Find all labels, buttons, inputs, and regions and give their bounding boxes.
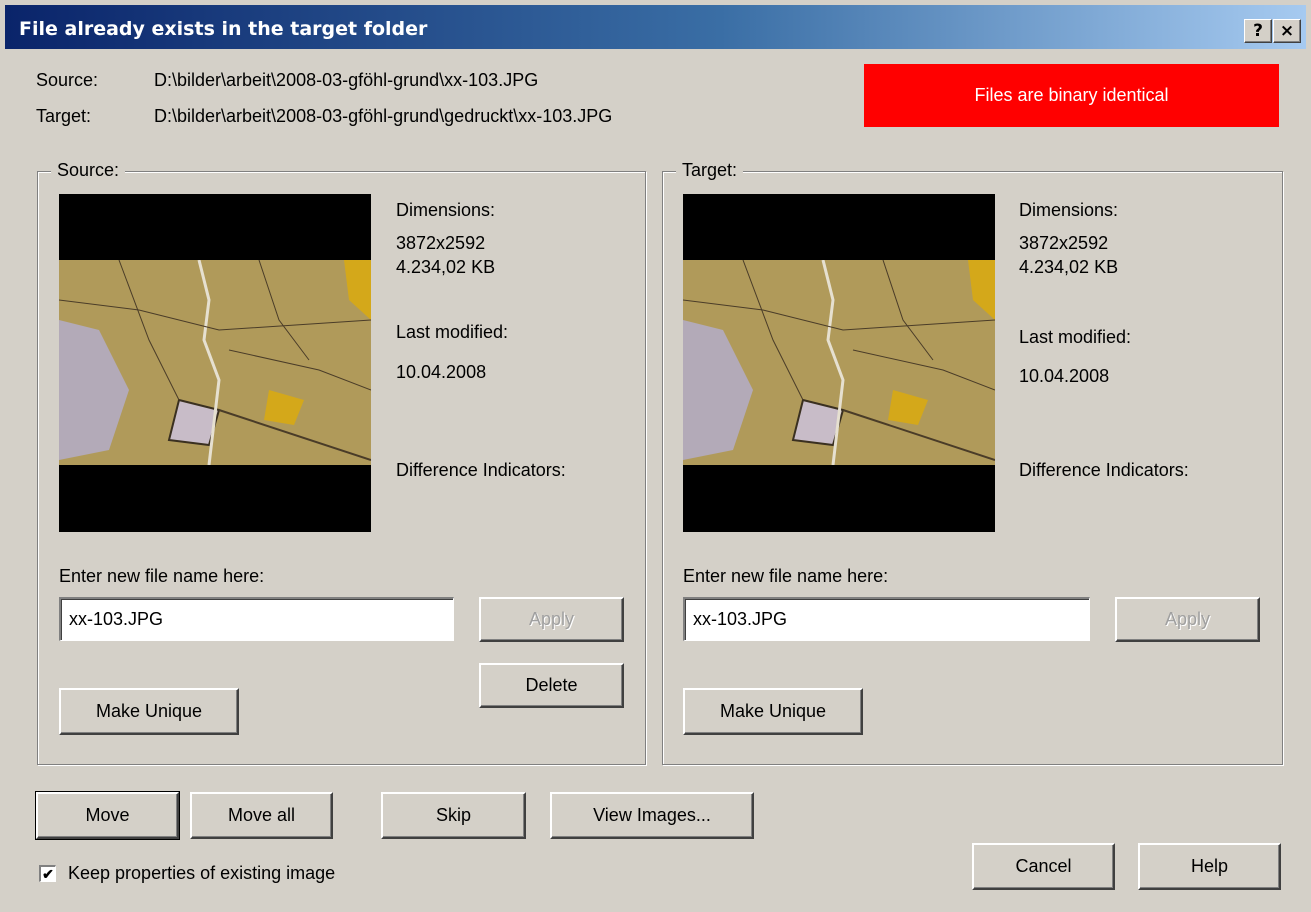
help-button[interactable]: Help [1138, 843, 1281, 890]
keep-properties-label: Keep properties of existing image [68, 863, 336, 883]
source-delete-button[interactable]: Delete [479, 663, 624, 708]
close-icon[interactable]: × [1273, 19, 1301, 43]
source-modified-value: 10.04.2008 [396, 362, 487, 382]
target-modified-value: 10.04.2008 [1019, 366, 1110, 386]
target-modified-label: Last modified: [1019, 327, 1132, 347]
target-size-value: 4.234,02 KB [1019, 257, 1119, 277]
source-filename-label: Enter new file name here: [59, 566, 265, 586]
source-path-label: Source: [36, 70, 99, 90]
source-difference-label: Difference Indicators: [396, 460, 566, 480]
target-path-label: Target: [36, 106, 92, 126]
target-image-preview [683, 194, 995, 532]
source-make-unique-button[interactable]: Make Unique [59, 688, 239, 735]
view-images-button[interactable]: View Images... [550, 792, 754, 839]
cancel-button[interactable]: Cancel [972, 843, 1115, 890]
move-button[interactable]: Move [35, 791, 180, 840]
source-filename-input[interactable] [59, 597, 454, 641]
target-apply-button[interactable]: Apply [1115, 597, 1260, 642]
target-filename-input[interactable] [683, 597, 1090, 641]
target-difference-label: Difference Indicators: [1019, 460, 1189, 480]
source-size-value: 4.234,02 KB [396, 257, 496, 277]
target-filename-label: Enter new file name here: [683, 566, 889, 586]
source-map-image [59, 260, 371, 465]
source-group-legend: Source: [51, 160, 126, 181]
source-path-value: D:\bilder\arbeit\2008-03-gföhl-grund\xx-… [154, 70, 539, 90]
help-icon[interactable]: ? [1244, 19, 1272, 43]
title-bar[interactable]: File already exists in the target folder… [5, 5, 1306, 49]
window-title: File already exists in the target folder [19, 18, 428, 40]
move-all-button[interactable]: Move all [190, 792, 333, 839]
keep-properties-checkbox[interactable]: ✔ [39, 865, 56, 882]
source-dimensions-label: Dimensions: [396, 200, 496, 220]
source-dimensions-value: 3872x2592 [396, 233, 486, 253]
status-banner: Files are binary identical [864, 64, 1279, 127]
source-modified-label: Last modified: [396, 322, 509, 342]
target-dimensions-value: 3872x2592 [1019, 233, 1109, 253]
target-make-unique-button[interactable]: Make Unique [683, 688, 863, 735]
checkmark-icon: ✔ [42, 866, 54, 882]
source-apply-button[interactable]: Apply [479, 597, 624, 642]
skip-button[interactable]: Skip [381, 792, 526, 839]
target-dimensions-label: Dimensions: [1019, 200, 1119, 220]
target-group-legend: Target: [676, 160, 744, 181]
target-map-image [683, 260, 995, 465]
target-path-value: D:\bilder\arbeit\2008-03-gföhl-grund\ged… [154, 106, 613, 126]
source-image-preview [59, 194, 371, 532]
